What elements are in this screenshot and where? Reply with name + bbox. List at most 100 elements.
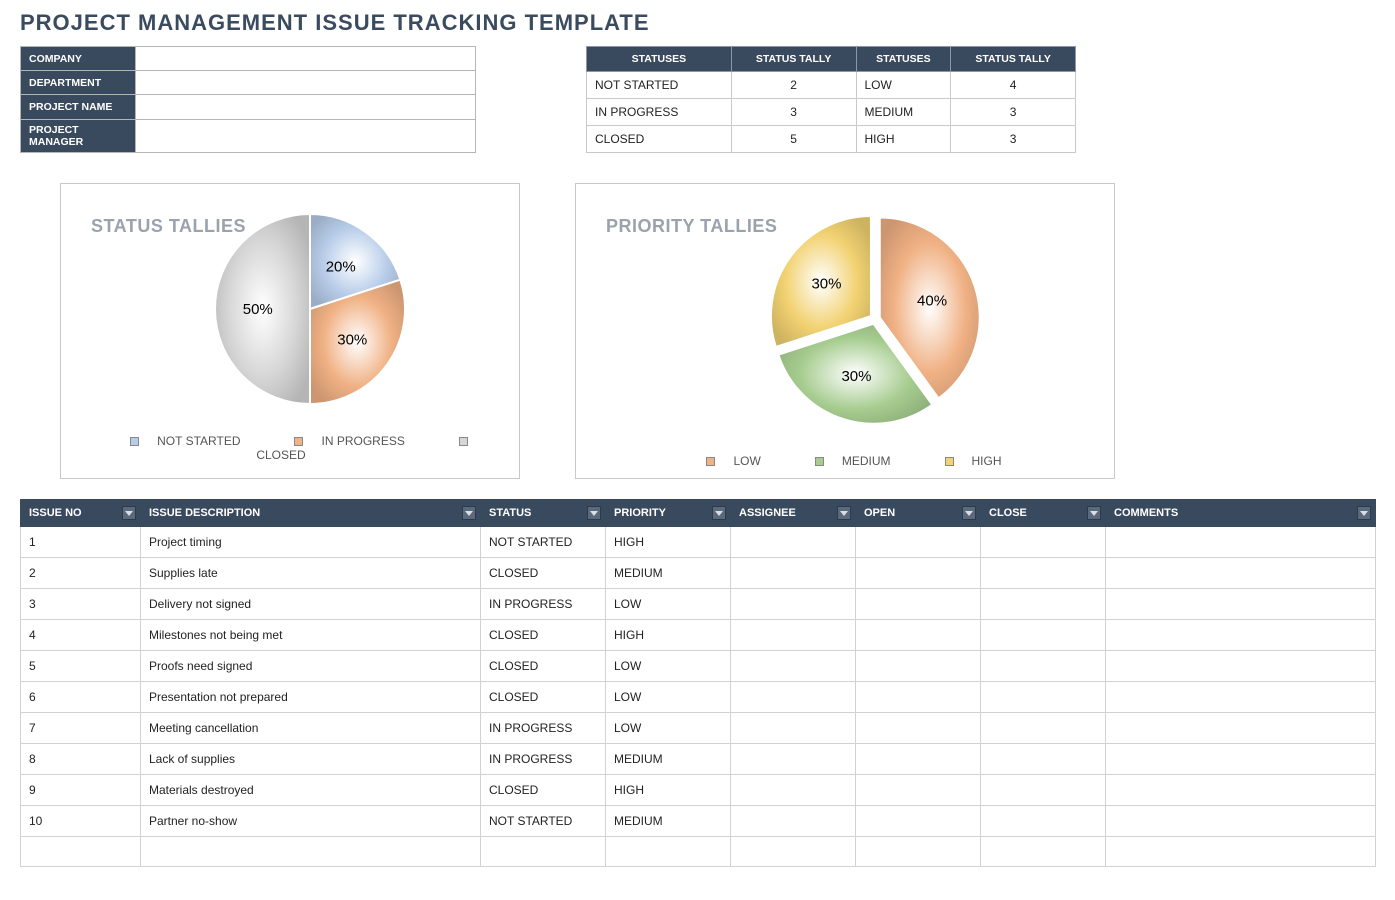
cell-open[interactable] xyxy=(856,527,981,558)
info-value[interactable] xyxy=(136,71,476,95)
table-row[interactable]: 1Project timingNOT STARTEDHIGH xyxy=(21,527,1376,558)
cell-status[interactable]: IN PROGRESS xyxy=(481,713,606,744)
cell-desc[interactable]: Meeting cancellation xyxy=(141,713,481,744)
issues-header[interactable]: OPEN xyxy=(856,500,981,527)
cell-close[interactable] xyxy=(981,527,1106,558)
cell-status[interactable]: CLOSED xyxy=(481,682,606,713)
cell-comments[interactable] xyxy=(1106,527,1376,558)
cell-desc[interactable]: Delivery not signed xyxy=(141,589,481,620)
filter-dropdown-icon[interactable] xyxy=(462,506,476,520)
cell-status[interactable]: IN PROGRESS xyxy=(481,744,606,775)
issues-header[interactable]: PRIORITY xyxy=(606,500,731,527)
cell-desc[interactable]: Milestones not being met xyxy=(141,620,481,651)
cell-status[interactable]: CLOSED xyxy=(481,651,606,682)
cell-no[interactable]: 1 xyxy=(21,527,141,558)
cell-priority[interactable]: HIGH xyxy=(606,775,731,806)
cell-desc[interactable]: Project timing xyxy=(141,527,481,558)
cell-open[interactable] xyxy=(856,837,981,867)
table-row[interactable]: 6Presentation not preparedCLOSEDLOW xyxy=(21,682,1376,713)
cell-priority[interactable]: LOW xyxy=(606,682,731,713)
cell-close[interactable] xyxy=(981,713,1106,744)
filter-dropdown-icon[interactable] xyxy=(1357,506,1371,520)
issues-header[interactable]: CLOSE xyxy=(981,500,1106,527)
cell-priority[interactable]: LOW xyxy=(606,589,731,620)
cell-open[interactable] xyxy=(856,713,981,744)
cell-close[interactable] xyxy=(981,558,1106,589)
filter-dropdown-icon[interactable] xyxy=(1087,506,1101,520)
cell-assignee[interactable] xyxy=(731,806,856,837)
cell-status[interactable]: NOT STARTED xyxy=(481,527,606,558)
cell-no[interactable]: 8 xyxy=(21,744,141,775)
cell-priority[interactable]: MEDIUM xyxy=(606,744,731,775)
cell-priority[interactable]: LOW xyxy=(606,713,731,744)
cell-status[interactable]: IN PROGRESS xyxy=(481,589,606,620)
cell-priority[interactable]: LOW xyxy=(606,651,731,682)
table-row[interactable]: 10Partner no-showNOT STARTEDMEDIUM xyxy=(21,806,1376,837)
cell-comments[interactable] xyxy=(1106,589,1376,620)
issues-header[interactable]: ASSIGNEE xyxy=(731,500,856,527)
cell-open[interactable] xyxy=(856,682,981,713)
cell-assignee[interactable] xyxy=(731,527,856,558)
cell-desc[interactable]: Supplies late xyxy=(141,558,481,589)
cell-assignee[interactable] xyxy=(731,651,856,682)
filter-dropdown-icon[interactable] xyxy=(587,506,601,520)
table-row[interactable]: 7Meeting cancellationIN PROGRESSLOW xyxy=(21,713,1376,744)
table-row[interactable]: 8Lack of suppliesIN PROGRESSMEDIUM xyxy=(21,744,1376,775)
cell-desc[interactable]: Lack of supplies xyxy=(141,744,481,775)
cell-priority[interactable]: HIGH xyxy=(606,527,731,558)
cell-desc[interactable]: Materials destroyed xyxy=(141,775,481,806)
cell-open[interactable] xyxy=(856,806,981,837)
cell-desc[interactable]: Proofs need signed xyxy=(141,651,481,682)
cell-comments[interactable] xyxy=(1106,806,1376,837)
table-row[interactable]: 5Proofs need signedCLOSEDLOW xyxy=(21,651,1376,682)
cell-close[interactable] xyxy=(981,775,1106,806)
cell-assignee[interactable] xyxy=(731,744,856,775)
cell-open[interactable] xyxy=(856,589,981,620)
cell-close[interactable] xyxy=(981,682,1106,713)
cell-close[interactable] xyxy=(981,651,1106,682)
issues-header[interactable]: ISSUE NO xyxy=(21,500,141,527)
issues-header[interactable]: STATUS xyxy=(481,500,606,527)
info-value[interactable] xyxy=(136,47,476,71)
cell-comments[interactable] xyxy=(1106,713,1376,744)
filter-dropdown-icon[interactable] xyxy=(962,506,976,520)
filter-dropdown-icon[interactable] xyxy=(122,506,136,520)
cell-assignee[interactable] xyxy=(731,558,856,589)
cell-open[interactable] xyxy=(856,651,981,682)
table-row[interactable] xyxy=(21,837,1376,867)
cell-status[interactable]: CLOSED xyxy=(481,775,606,806)
cell-close[interactable] xyxy=(981,589,1106,620)
issues-header[interactable]: ISSUE DESCRIPTION xyxy=(141,500,481,527)
cell-priority[interactable] xyxy=(606,837,731,867)
cell-assignee[interactable] xyxy=(731,775,856,806)
cell-no[interactable]: 10 xyxy=(21,806,141,837)
cell-desc[interactable]: Partner no-show xyxy=(141,806,481,837)
cell-no[interactable]: 4 xyxy=(21,620,141,651)
cell-status[interactable]: NOT STARTED xyxy=(481,806,606,837)
cell-assignee[interactable] xyxy=(731,620,856,651)
cell-comments[interactable] xyxy=(1106,558,1376,589)
cell-assignee[interactable] xyxy=(731,713,856,744)
cell-no[interactable]: 6 xyxy=(21,682,141,713)
cell-assignee[interactable] xyxy=(731,682,856,713)
cell-priority[interactable]: HIGH xyxy=(606,620,731,651)
cell-no[interactable]: 5 xyxy=(21,651,141,682)
cell-comments[interactable] xyxy=(1106,837,1376,867)
table-row[interactable]: 4Milestones not being metCLOSEDHIGH xyxy=(21,620,1376,651)
cell-no[interactable] xyxy=(21,837,141,867)
cell-desc[interactable]: Presentation not prepared xyxy=(141,682,481,713)
cell-desc[interactable] xyxy=(141,837,481,867)
cell-status[interactable]: CLOSED xyxy=(481,558,606,589)
cell-no[interactable]: 2 xyxy=(21,558,141,589)
cell-close[interactable] xyxy=(981,620,1106,651)
issues-header[interactable]: COMMENTS xyxy=(1106,500,1376,527)
cell-comments[interactable] xyxy=(1106,682,1376,713)
cell-priority[interactable]: MEDIUM xyxy=(606,806,731,837)
table-row[interactable]: 3Delivery not signedIN PROGRESSLOW xyxy=(21,589,1376,620)
cell-comments[interactable] xyxy=(1106,744,1376,775)
cell-close[interactable] xyxy=(981,837,1106,867)
cell-status[interactable] xyxy=(481,837,606,867)
cell-open[interactable] xyxy=(856,775,981,806)
cell-priority[interactable]: MEDIUM xyxy=(606,558,731,589)
cell-assignee[interactable] xyxy=(731,837,856,867)
